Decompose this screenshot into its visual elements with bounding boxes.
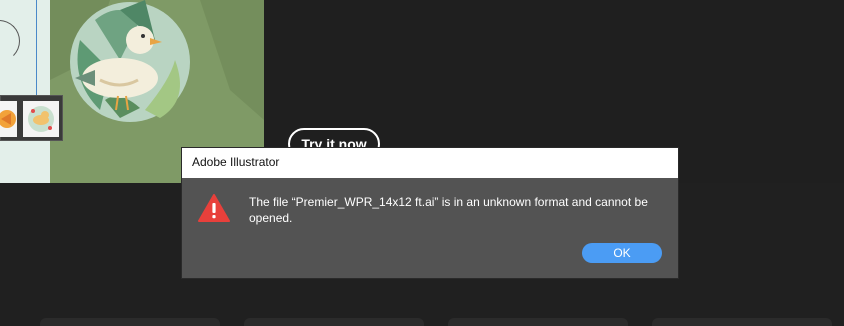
content-card[interactable] <box>448 318 628 326</box>
ok-button[interactable]: OK <box>582 243 662 263</box>
path-outline <box>0 20 20 62</box>
dialog-title: Adobe Illustrator <box>192 155 280 169</box>
thumbnail[interactable] <box>0 101 17 137</box>
thumbnail[interactable] <box>23 101 59 137</box>
thumbnail-art-icon <box>0 101 17 137</box>
warning-icon <box>198 194 230 222</box>
thumbnail-strip <box>0 95 63 141</box>
artboard-preview <box>0 0 50 183</box>
error-dialog: Adobe Illustrator The file “Premier_WPR_… <box>182 148 678 278</box>
content-card[interactable] <box>652 318 832 326</box>
dialog-titlebar: Adobe Illustrator <box>182 148 678 178</box>
selection-guide <box>36 0 37 100</box>
content-card[interactable] <box>244 318 424 326</box>
content-card[interactable] <box>40 318 220 326</box>
thumbnail-art-icon <box>23 101 59 137</box>
error-message: The file “Premier_WPR_14x12 ft.ai” is in… <box>249 195 648 225</box>
